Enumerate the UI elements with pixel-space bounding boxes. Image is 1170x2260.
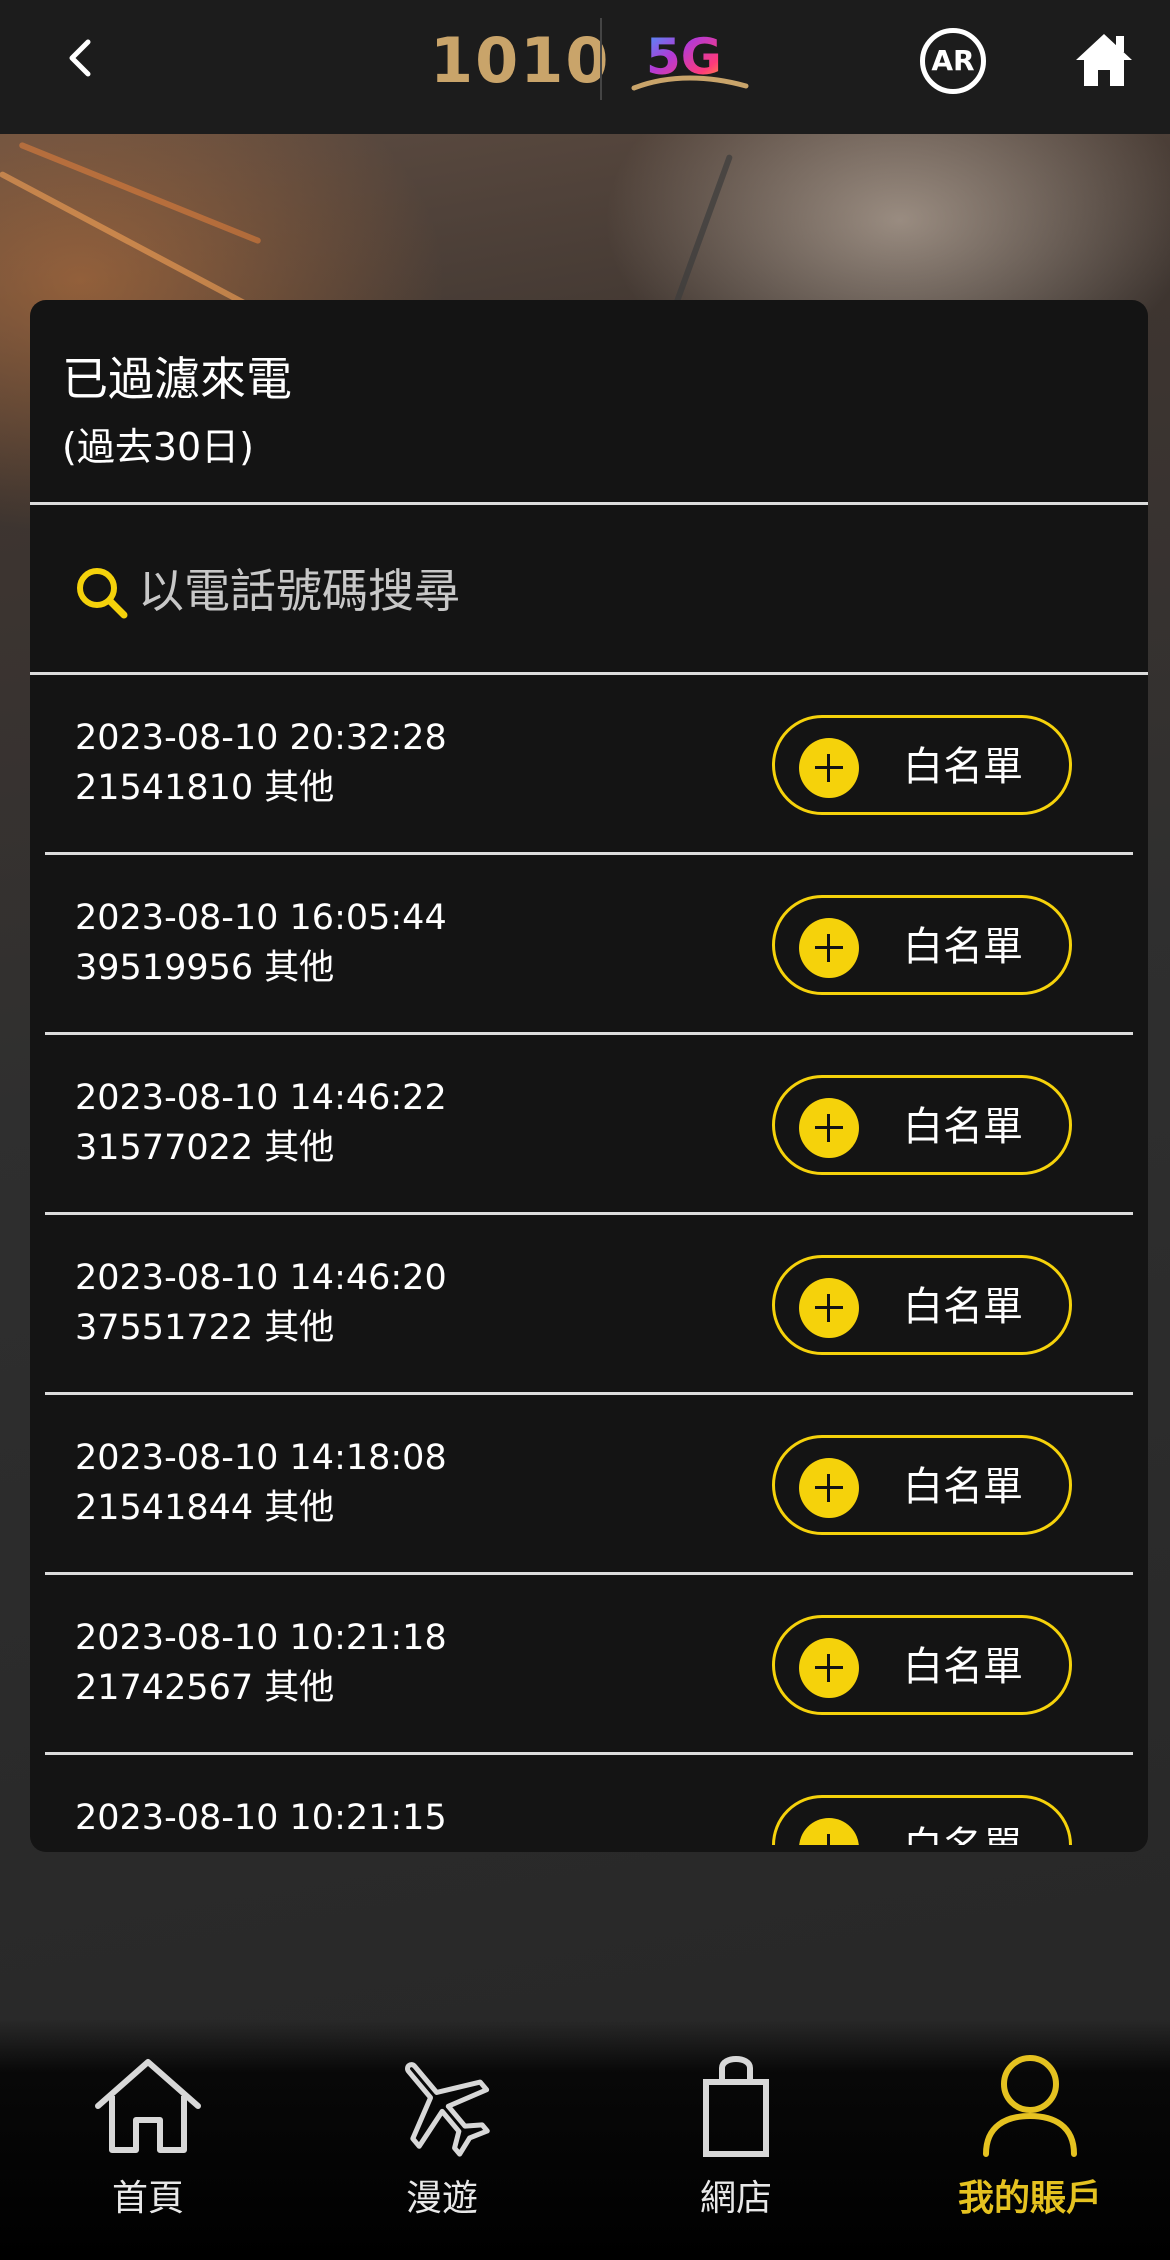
add-whitelist-button[interactable]: 白名單 bbox=[772, 1795, 1072, 1845]
ar-button[interactable]: AR bbox=[920, 28, 986, 94]
whitelist-label: 白名單 bbox=[903, 1464, 1023, 1510]
card-title: 已過濾來電 bbox=[62, 352, 292, 406]
plus-icon bbox=[799, 918, 859, 978]
whitelist-label: 白名單 bbox=[903, 1104, 1023, 1150]
plus-icon bbox=[799, 738, 859, 798]
add-whitelist-button[interactable]: 白名單 bbox=[772, 1435, 1072, 1535]
nav-label-shop: 網店 bbox=[699, 2178, 772, 2219]
shopping-bag-icon bbox=[703, 2056, 769, 2157]
call-row: 2023-08-10 16:05:44 39519956 其他 白名單 bbox=[45, 855, 1133, 1035]
whitelist-label: 白名單 bbox=[903, 1820, 1023, 1845]
home-icon bbox=[1076, 34, 1132, 86]
add-whitelist-button[interactable]: 白名單 bbox=[772, 715, 1072, 815]
card-header: 已過濾來電 (過去30日) bbox=[30, 300, 1148, 505]
nav-item-shop[interactable]: 網店 bbox=[616, 2050, 856, 2240]
call-row: 2023-08-10 10:21:18 21742567 其他 白名單 bbox=[45, 1575, 1133, 1755]
plus-icon bbox=[799, 1098, 859, 1158]
call-list: 2023-08-10 20:32:28 21541810 其他 白名單 2023… bbox=[30, 675, 1148, 1845]
nav-label-roaming: 漫遊 bbox=[405, 2178, 478, 2219]
5g-logo: 5G bbox=[630, 22, 750, 102]
call-time: 2023-08-10 16:05:44 bbox=[75, 898, 447, 938]
plus-icon bbox=[799, 1638, 859, 1698]
chevron-left-icon bbox=[69, 39, 91, 77]
call-time: 2023-08-10 10:21:18 bbox=[75, 1618, 447, 1658]
call-row: 2023-08-10 14:46:22 31577022 其他 白名單 bbox=[45, 1035, 1133, 1215]
call-row: 2023-08-10 10:21:15 白名單 bbox=[45, 1755, 1133, 1845]
call-number: 39519956 其他 bbox=[75, 948, 335, 988]
call-time: 2023-08-10 14:46:22 bbox=[75, 1078, 447, 1118]
plus-icon bbox=[799, 1818, 859, 1845]
call-row: 2023-08-10 20:32:28 21541810 其他 白名單 bbox=[45, 675, 1133, 855]
call-time: 2023-08-10 14:18:08 bbox=[75, 1438, 447, 1478]
add-whitelist-button[interactable]: 白名單 bbox=[772, 1255, 1072, 1355]
search-bar bbox=[30, 505, 1148, 675]
logo-divider bbox=[600, 18, 602, 100]
nav-item-roaming[interactable]: 漫遊 bbox=[322, 2050, 562, 2240]
airplane-icon bbox=[405, 2062, 490, 2157]
card-subtitle: (過去30日) bbox=[62, 425, 255, 469]
home-icon bbox=[95, 2059, 201, 2153]
search-icon bbox=[77, 568, 128, 619]
user-icon bbox=[983, 2055, 1077, 2157]
call-number: 21541810 其他 bbox=[75, 768, 335, 808]
nav-item-home[interactable]: 首頁 bbox=[28, 2050, 268, 2240]
call-row: 2023-08-10 14:18:08 21541844 其他 白名單 bbox=[45, 1395, 1133, 1575]
call-number: 37551722 其他 bbox=[75, 1308, 335, 1348]
call-number: 21541844 其他 bbox=[75, 1488, 335, 1528]
search-input[interactable] bbox=[138, 553, 1038, 629]
whitelist-label: 白名單 bbox=[903, 744, 1023, 790]
call-number: 21742567 其他 bbox=[75, 1668, 335, 1708]
call-row: 2023-08-10 14:46:20 37551722 其他 白名單 bbox=[45, 1215, 1133, 1395]
add-whitelist-button[interactable]: 白名單 bbox=[772, 895, 1072, 995]
whitelist-label: 白名單 bbox=[903, 1644, 1023, 1690]
nav-label-my-account: 我的賬戶 bbox=[957, 2178, 1102, 2219]
add-whitelist-button[interactable]: 白名單 bbox=[772, 1075, 1072, 1175]
call-time: 2023-08-10 20:32:28 bbox=[75, 718, 447, 758]
plus-icon bbox=[799, 1278, 859, 1338]
back-button[interactable] bbox=[52, 28, 112, 88]
add-whitelist-button[interactable]: 白名單 bbox=[772, 1615, 1072, 1715]
nav-label-home: 首頁 bbox=[111, 2178, 184, 2219]
whitelist-label: 白名單 bbox=[903, 1284, 1023, 1330]
nav-item-my-account[interactable]: 我的賬戶 bbox=[910, 2050, 1150, 2240]
home-button[interactable] bbox=[1072, 28, 1136, 90]
bottom-navigation: 首頁 漫遊 網店 我的賬戶 bbox=[0, 2020, 1170, 2260]
plus-icon bbox=[799, 1458, 859, 1518]
whitelist-label: 白名單 bbox=[903, 924, 1023, 970]
brand-logo: 1010 bbox=[430, 24, 611, 97]
filtered-calls-card: 已過濾來電 (過去30日) 2023-08-10 20:32:28 215418… bbox=[30, 300, 1148, 1852]
top-bar: 1010 5G AR bbox=[0, 0, 1170, 134]
call-time: 2023-08-10 14:46:20 bbox=[75, 1258, 447, 1298]
call-time: 2023-08-10 10:21:15 bbox=[75, 1798, 447, 1838]
call-number: 31577022 其他 bbox=[75, 1128, 335, 1168]
